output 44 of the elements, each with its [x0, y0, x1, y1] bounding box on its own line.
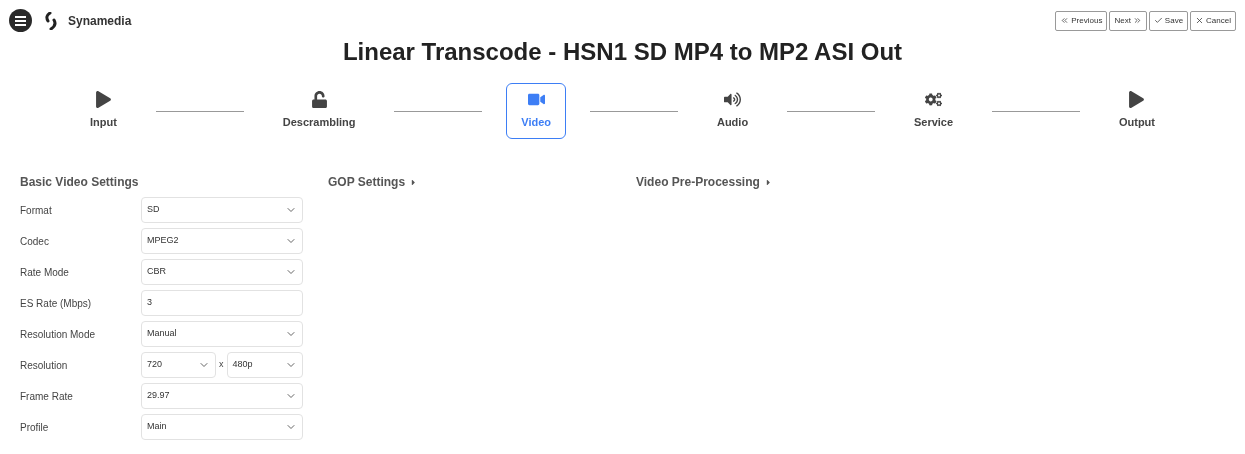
field-label: Rate Mode [20, 265, 70, 280]
select-field[interactable]: Main [141, 414, 303, 440]
field-label: Codec [20, 234, 50, 249]
field-label: Format [20, 203, 53, 218]
step-tab[interactable]: Input [75, 83, 132, 139]
section-toggle[interactable]: GOP Settings [328, 173, 636, 191]
previous-button[interactable]: Previous [1055, 10, 1108, 31]
step-tab[interactable]: Audio [701, 83, 764, 139]
gears-icon [925, 91, 943, 109]
step-tab[interactable]: Video [506, 83, 567, 139]
menu-button[interactable] [9, 9, 32, 32]
select-field[interactable]: MPEG2 [141, 228, 303, 254]
logo-icon [44, 11, 58, 30]
field-label: Resolution [20, 358, 69, 373]
select-field[interactable]: SD [141, 197, 303, 223]
input-field[interactable]: 3 [141, 290, 303, 316]
double-chevron-right-icon [1132, 16, 1142, 25]
select-field[interactable]: Manual [141, 321, 303, 347]
next-button[interactable]: Next [1109, 10, 1147, 31]
double-chevron-left-icon [1060, 16, 1070, 25]
play-icon [94, 91, 112, 109]
select-field[interactable]: 720 [141, 352, 216, 378]
play-icon [1128, 91, 1146, 109]
select-field[interactable]: 29.97 [141, 383, 303, 409]
separator-text: x [219, 358, 224, 372]
close-icon [1195, 16, 1205, 25]
step-tab[interactable]: Service [898, 83, 969, 139]
step-tab[interactable]: Output [1103, 83, 1170, 139]
speaker-icon [724, 91, 741, 109]
save-button[interactable]: Save [1148, 10, 1189, 31]
select-field[interactable]: 480p [226, 352, 303, 378]
page-title: Linear Transcode - HSN1 SD MP4 to MP2 ASI Out [341, 37, 904, 67]
field-label: Frame Rate [20, 389, 74, 404]
field-label: Resolution Mode [20, 327, 97, 342]
check-icon [1153, 16, 1163, 25]
select-field[interactable]: CBR [141, 259, 303, 285]
step-tab[interactable]: Descrambling [267, 83, 371, 139]
unlocked-padlock-icon [310, 91, 328, 109]
section-toggle[interactable]: Video Pre-Processing [636, 173, 773, 191]
brand-name: Synamedia [68, 12, 132, 30]
field-label: Profile [20, 420, 50, 435]
cancel-button[interactable]: Cancel [1190, 10, 1236, 31]
field-label: ES Rate (Mbps) [20, 296, 93, 311]
section-heading: Basic Video Settings [20, 174, 140, 191]
